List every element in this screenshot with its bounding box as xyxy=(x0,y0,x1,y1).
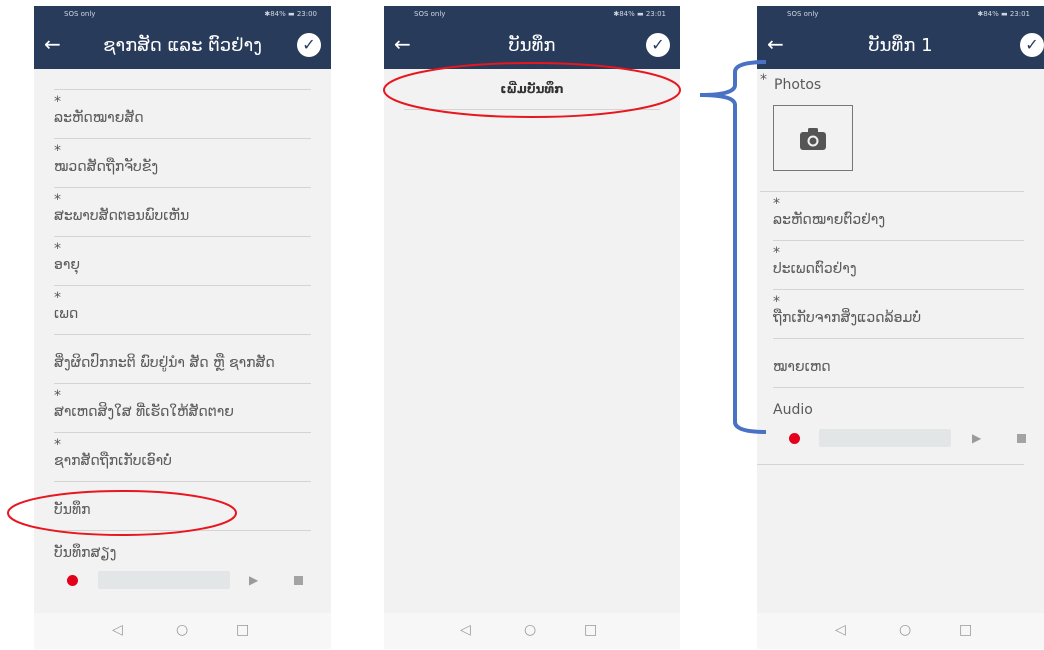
form-field-row[interactable]: ສິ່ງຜິດປົກກະຕິ ພົບຢູ່ນຳ ສັດ ຫຼື ຊາກສັດ xyxy=(54,335,311,384)
system-nav-bar: ◁ ○ □ xyxy=(757,613,1044,649)
status-bar: SOS only ✱84% ▬ 23:01 xyxy=(757,6,1044,23)
nav-back-icon[interactable]: ◁ xyxy=(460,622,471,638)
photos-section: * Photos xyxy=(760,69,1024,192)
field-label: ສາເຫດສິງໃສ ທີ່ເຮັດໃຫ້ສັດຕາຍ xyxy=(54,404,234,420)
status-carrier: SOS only xyxy=(414,10,446,18)
play-icon[interactable]: ▶ xyxy=(249,573,258,587)
audio-recorder: ▶ xyxy=(34,567,331,607)
add-note-label: ເພີ່ມບັນທຶກ xyxy=(500,82,564,96)
audio-recorder: ▶ xyxy=(757,424,1026,465)
required-star: * xyxy=(54,241,61,257)
field-label: ສິ່ງຜິດປົກກະຕິ ພົບຢູ່ນຳ ສັດ ຫຼື ຊາກສັດ xyxy=(54,355,275,371)
audio-label: ບັນທຶກສຽງ xyxy=(54,545,117,561)
record-icon[interactable] xyxy=(789,433,800,444)
form-field-row[interactable]: * ລະຫັດໝາຍຕົວຢ່າງ xyxy=(773,192,1024,241)
stop-icon[interactable] xyxy=(1017,434,1026,443)
field-label: ປະເພດຕົວຢ່າງ xyxy=(773,261,857,277)
required-star: * xyxy=(773,294,780,310)
audio-label: Audio xyxy=(773,402,813,418)
required-star: * xyxy=(773,196,780,212)
nav-recents-icon[interactable]: □ xyxy=(959,622,972,638)
required-star: * xyxy=(54,143,61,159)
status-battery-time: ✱84% ▬ 23:01 xyxy=(613,10,666,18)
field-label: ໝາຍເຫດ xyxy=(773,359,831,375)
notes-list: ເພີ່ມບັນທຶກ xyxy=(384,69,680,613)
field-label: ຖືກເກັບຈາກສິ່ງແວດລ້ອມບໍ່ xyxy=(773,310,922,326)
nav-recents-icon[interactable]: □ xyxy=(236,622,249,638)
required-star: * xyxy=(54,192,61,208)
nav-home-icon[interactable]: ○ xyxy=(524,622,536,638)
nav-home-icon[interactable]: ○ xyxy=(899,622,911,638)
required-star: * xyxy=(54,290,61,306)
field-label: ສະພາບສັດຕອນພົບເຫັນ xyxy=(54,208,190,224)
page-title: ຊາກສັດ ແລະ ຕົວຢ່າງ xyxy=(103,35,262,56)
record-icon[interactable] xyxy=(67,575,78,586)
system-nav-bar: ◁ ○ □ xyxy=(384,613,680,649)
check-circle-icon[interactable]: ✓ xyxy=(297,33,321,57)
status-bar: SOS only ✱84% ▬ 23:00 xyxy=(34,6,331,23)
nav-back-icon[interactable]: ◁ xyxy=(112,622,123,638)
cut-off-row xyxy=(54,69,311,90)
camera-icon xyxy=(800,128,826,150)
add-photo-button[interactable] xyxy=(773,105,853,171)
form-field-row[interactable]: * ປະເພດຕົວຢ່າງ xyxy=(773,241,1024,290)
phone-screen-carcass: SOS only ✱84% ▬ 23:00 ← ຊາກສັດ ແລະ ຕົວຢ່… xyxy=(34,6,331,649)
phone-screen-notes: SOS only ✱84% ▬ 23:01 ← ບັນທຶກ ✓ ເພີ່ມບັ… xyxy=(384,6,680,649)
photos-label: Photos xyxy=(774,77,822,93)
form-list: * ລະຫັດໝາຍສັດ * ໝວດສັດຖືກຈັບຂັງ * ສະພາບສັດຕອນ… xyxy=(34,69,331,613)
audio-row: ບັນທຶກສຽງ xyxy=(54,531,311,567)
add-note-button[interactable]: ເພີ່ມບັນທຶກ xyxy=(404,69,660,110)
form-field-row[interactable]: * ຖືກເກັບຈາກສິ່ງແວດລ້ອມບໍ່ xyxy=(773,290,1024,339)
app-bar: ← ບັນທຶກ 1 ✓ xyxy=(757,23,1044,69)
required-star: * xyxy=(54,94,61,110)
form-field-row[interactable]: * ຊາກສັດຖືກເກັບເອົາບໍ່ xyxy=(54,433,311,482)
field-label: ບັນທຶກ xyxy=(54,502,91,518)
page-title: ບັນທຶກ 1 xyxy=(868,35,933,56)
required-star: * xyxy=(760,72,767,88)
field-label: ລະຫັດໝາຍຕົວຢ່າງ xyxy=(773,212,886,228)
status-carrier: SOS only xyxy=(787,10,819,18)
form-field-row[interactable]: * ສາເຫດສິງໃສ ທີ່ເຮັດໃຫ້ສັດຕາຍ xyxy=(54,384,311,433)
form-field-row[interactable]: * ລະຫັດໝາຍສັດ xyxy=(54,90,311,139)
play-icon[interactable]: ▶ xyxy=(972,431,981,445)
field-label: ອາຍຸ xyxy=(54,257,81,273)
required-star: * xyxy=(54,437,61,453)
status-bar: SOS only ✱84% ▬ 23:01 xyxy=(384,6,680,23)
required-star: * xyxy=(773,245,780,261)
app-bar: ← ຊາກສັດ ແລະ ຕົວຢ່າງ ✓ xyxy=(34,23,331,69)
check-circle-icon[interactable]: ✓ xyxy=(1020,33,1044,57)
audio-progress-bar[interactable] xyxy=(98,571,230,589)
nav-home-icon[interactable]: ○ xyxy=(176,622,188,638)
check-circle-icon[interactable]: ✓ xyxy=(646,33,670,57)
form-field-row[interactable]: * ໝວດສັດຖືກຈັບຂັງ xyxy=(54,139,311,188)
app-bar: ← ບັນທຶກ ✓ xyxy=(384,23,680,69)
field-label: ເພດ xyxy=(54,306,79,322)
field-label: ລະຫັດໝາຍສັດ xyxy=(54,110,144,126)
nav-recents-icon[interactable]: □ xyxy=(584,622,597,638)
form-field-row[interactable]: * ອາຍຸ xyxy=(54,237,311,286)
nav-back-icon[interactable]: ◁ xyxy=(835,622,846,638)
status-battery-time: ✱84% ▬ 23:01 xyxy=(977,10,1030,18)
required-star: * xyxy=(54,388,61,404)
form-field-row[interactable]: * ເພດ xyxy=(54,286,311,335)
field-label: ຊາກສັດຖືກເກັບເອົາບໍ່ xyxy=(54,453,172,469)
stop-icon[interactable] xyxy=(294,576,303,585)
field-label: ໝວດສັດຖືກຈັບຂັງ xyxy=(54,159,159,175)
audio-row: Audio xyxy=(773,388,1024,424)
status-carrier: SOS only xyxy=(64,10,96,18)
status-battery-time: ✱84% ▬ 23:00 xyxy=(264,10,317,18)
page-title: ບັນທຶກ xyxy=(508,35,556,56)
system-nav-bar: ◁ ○ □ xyxy=(34,613,331,649)
note-form: * Photos * ລະຫັດໝາຍຕົວຢ່າງ * ປະເພດຕົວຢ່າງ * ຖ… xyxy=(757,69,1044,613)
form-field-row[interactable]: ບັນທຶກ xyxy=(54,482,311,531)
audio-progress-bar[interactable] xyxy=(819,429,951,447)
form-field-row[interactable]: * ສະພາບສັດຕອນພົບເຫັນ xyxy=(54,188,311,237)
form-field-row[interactable]: ໝາຍເຫດ xyxy=(773,339,1024,388)
phone-screen-note-detail: SOS only ✱84% ▬ 23:01 ← ບັນທຶກ 1 ✓ * Pho… xyxy=(757,6,1044,649)
